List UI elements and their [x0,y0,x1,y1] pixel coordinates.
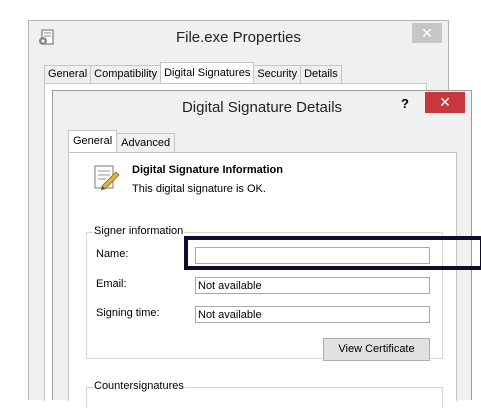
tab-compatibility[interactable]: Compatibility [90,65,162,83]
signature-status-text: This digital signature is OK. [132,183,266,195]
tab-details[interactable]: Details [300,65,342,83]
tab-security[interactable]: Security [253,65,302,83]
view-certificate-button[interactable]: View Certificate [323,338,430,361]
tab-dialog-general[interactable]: General [68,130,118,152]
countersignatures-group: Countersignatures [86,380,443,408]
help-icon: ? [401,96,409,111]
countersignatures-legend: Countersignatures [93,380,185,392]
outer-window-title: File.exe Properties [175,29,302,46]
tab-digital-signatures[interactable]: Digital Signatures [160,62,255,83]
signing-time-field[interactable]: Not available [195,306,430,323]
close-icon: ✕ [421,25,433,41]
signer-information-legend: Signer information [93,225,185,237]
email-field[interactable]: Not available [195,277,430,294]
dialog-tab-bar: General Advanced [68,130,176,152]
name-label: Name: [96,248,129,260]
certificate-icon [94,165,120,190]
tab-general[interactable]: General [44,65,92,83]
signing-time-label: Signing time: [96,307,160,319]
dialog-tab-panel: Digital Signature Information This digit… [68,152,457,408]
signature-info-heading: Digital Signature Information [132,164,283,176]
name-field-highlight [184,236,481,270]
help-button[interactable]: ? [397,95,413,113]
dialog-close-button[interactable]: ✕ [425,92,465,113]
tab-dialog-advanced[interactable]: Advanced [116,133,176,152]
email-label: Email: [96,278,127,290]
outer-close-button[interactable]: ✕ [412,23,442,43]
close-icon: ✕ [439,94,451,110]
outer-tab-bar: General Compatibility Digital Signatures… [44,62,342,83]
